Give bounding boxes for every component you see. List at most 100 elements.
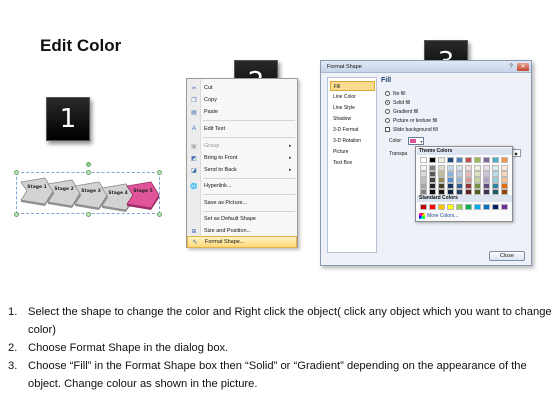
nav-item-line-color[interactable]: Line Color — [330, 92, 375, 102]
standard-colors-title: Standard Colors — [417, 195, 512, 202]
radio-gradient-fill[interactable]: Gradient fill — [385, 108, 418, 115]
menu-item-edit-text[interactable]: A Edit Text — [187, 123, 297, 135]
radio-icon — [385, 91, 390, 96]
bring-front-icon: ◩ — [191, 155, 197, 162]
resize-handle[interactable] — [157, 170, 162, 175]
color-swatch[interactable] — [474, 204, 481, 210]
palette-icon — [419, 213, 425, 219]
nav-item-shadow[interactable]: Shadow — [330, 114, 375, 124]
send-back-icon: ◪ — [191, 167, 197, 174]
radio-picture-fill[interactable]: Picture or texture fill — [385, 117, 437, 124]
menu-item-format-shape[interactable]: ✎ Format Shape... — [187, 236, 297, 248]
menu-item-send-to-back[interactable]: ◪ Send to Back ▸ — [187, 164, 297, 176]
resize-handle[interactable] — [157, 212, 162, 217]
nav-item-3d-rotation[interactable]: 3-D Rotation — [330, 136, 375, 146]
radio-icon — [385, 100, 390, 105]
menu-item-cut[interactable]: ✂ Cut — [187, 82, 297, 94]
color-swatch[interactable] — [429, 157, 436, 163]
menu-item-save-as-picture[interactable]: Save as Picture... — [187, 197, 297, 209]
color-row: Color: ▾ — [389, 137, 425, 145]
menu-item-copy[interactable]: ❐ Copy — [187, 94, 297, 106]
color-picker: Theme Colors Standard Colors More Colors… — [415, 146, 513, 222]
menu-separator — [203, 137, 295, 138]
color-swatch[interactable] — [438, 204, 445, 210]
nav-item-text-box[interactable]: Text Box — [330, 158, 375, 168]
color-swatch[interactable] — [492, 157, 499, 163]
dialog-nav: Fill Line Color Line Style Shadow 3-D Fo… — [327, 77, 377, 253]
menu-item-paste[interactable]: ▤ Paste — [187, 106, 297, 118]
menu-separator — [203, 120, 295, 121]
help-icon[interactable]: ? — [507, 63, 515, 71]
transparency-label: Transpa — [389, 151, 408, 157]
chevron-down-icon: ▾ — [420, 138, 423, 144]
page-title: Edit Color — [40, 36, 122, 55]
menu-separator — [203, 178, 295, 179]
radio-no-fill[interactable]: No fill — [385, 90, 406, 97]
color-swatch[interactable] — [501, 157, 508, 163]
close-button[interactable]: Close — [489, 251, 525, 261]
menu-separator — [203, 211, 295, 212]
copy-icon: ❐ — [191, 97, 197, 104]
color-swatch[interactable] — [492, 204, 499, 210]
menu-separator — [203, 194, 295, 195]
hyperlink-icon: 🌐 — [190, 183, 198, 190]
dialog-title: Format Shape — [321, 61, 531, 73]
resize-handle[interactable] — [86, 212, 91, 217]
color-swatch[interactable] — [456, 204, 463, 210]
menu-item-bring-to-front[interactable]: ◩ Bring to Front ▸ — [187, 152, 297, 164]
more-colors-link[interactable]: More Colors... — [419, 213, 458, 219]
paste-icon: ▤ — [191, 109, 197, 116]
color-swatch[interactable] — [429, 204, 436, 210]
resize-handle[interactable] — [14, 212, 19, 217]
radio-icon — [385, 109, 390, 114]
color-swatch[interactable] — [420, 204, 427, 210]
submenu-arrow-icon: ▸ — [289, 143, 292, 149]
color-swatch[interactable] — [483, 204, 490, 210]
nav-item-3d-format[interactable]: 3-D Format — [330, 125, 375, 135]
size-position-icon: ⊞ — [191, 228, 197, 235]
menu-item-group[interactable]: ▣ Group ▸ — [187, 140, 297, 152]
color-swatch[interactable] — [447, 157, 454, 163]
theme-colors-title: Theme Colors — [417, 148, 512, 155]
resize-handle[interactable] — [14, 170, 19, 175]
nav-item-line-style[interactable]: Line Style — [330, 103, 375, 113]
color-swatch[interactable] — [465, 157, 472, 163]
menu-item-set-default-shape[interactable]: Set as Default Shape — [187, 213, 297, 225]
color-swatch — [410, 139, 417, 143]
submenu-arrow-icon: ▸ — [289, 155, 292, 161]
resize-handle[interactable] — [86, 170, 91, 175]
color-swatch[interactable] — [420, 157, 427, 163]
color-swatch[interactable] — [501, 204, 508, 210]
color-swatch[interactable] — [474, 157, 481, 163]
rotation-handle[interactable] — [86, 162, 91, 167]
checkbox-icon — [385, 127, 390, 132]
context-menu: ✂ Cut ❐ Copy ▤ Paste A Edit Text ▣ Group… — [186, 78, 298, 248]
checkbox-slide-background[interactable]: Slide background fill — [385, 126, 438, 133]
color-dropdown[interactable]: ▾ — [408, 137, 425, 145]
stage-label: Stage 5 — [133, 189, 153, 194]
edit-text-icon: A — [191, 126, 196, 132]
color-swatch[interactable] — [438, 157, 445, 163]
scissors-icon: ✂ — [191, 85, 197, 92]
format-shape-icon: ✎ — [192, 239, 198, 246]
nav-item-fill[interactable]: Fill — [330, 81, 375, 91]
instruction-step-2: 2. Choose Format Shape in the dialog box… — [8, 342, 229, 354]
submenu-arrow-icon: ▸ — [289, 167, 292, 173]
color-swatch[interactable] — [447, 204, 454, 210]
radio-solid-fill[interactable]: Solid fill — [385, 99, 410, 106]
instruction-step-3: 3. Choose “Fill” in the Format Shape box… — [8, 360, 527, 390]
color-swatch[interactable] — [465, 204, 472, 210]
group-icon: ▣ — [191, 143, 197, 150]
color-swatch[interactable] — [483, 157, 490, 163]
step-badge-1: 1 — [46, 97, 90, 141]
section-title: Fill — [381, 77, 392, 84]
instruction-step-1: 1. Select the shape to change the color … — [8, 306, 552, 336]
menu-item-hyperlink[interactable]: 🌐 Hyperlink... — [187, 180, 297, 192]
color-swatch[interactable] — [456, 157, 463, 163]
stage-shape-5[interactable]: Stage 5 — [126, 180, 160, 210]
color-label: Color: — [389, 138, 403, 144]
stage-shapes-group[interactable]: Stage 1 Stage 2 Stage 3 Stage 4 Stage 5 — [14, 162, 162, 218]
instruction-list: 1. Select the shape to change the color … — [8, 303, 552, 393]
close-icon[interactable]: ✕ — [517, 63, 529, 71]
nav-item-picture[interactable]: Picture — [330, 147, 375, 157]
